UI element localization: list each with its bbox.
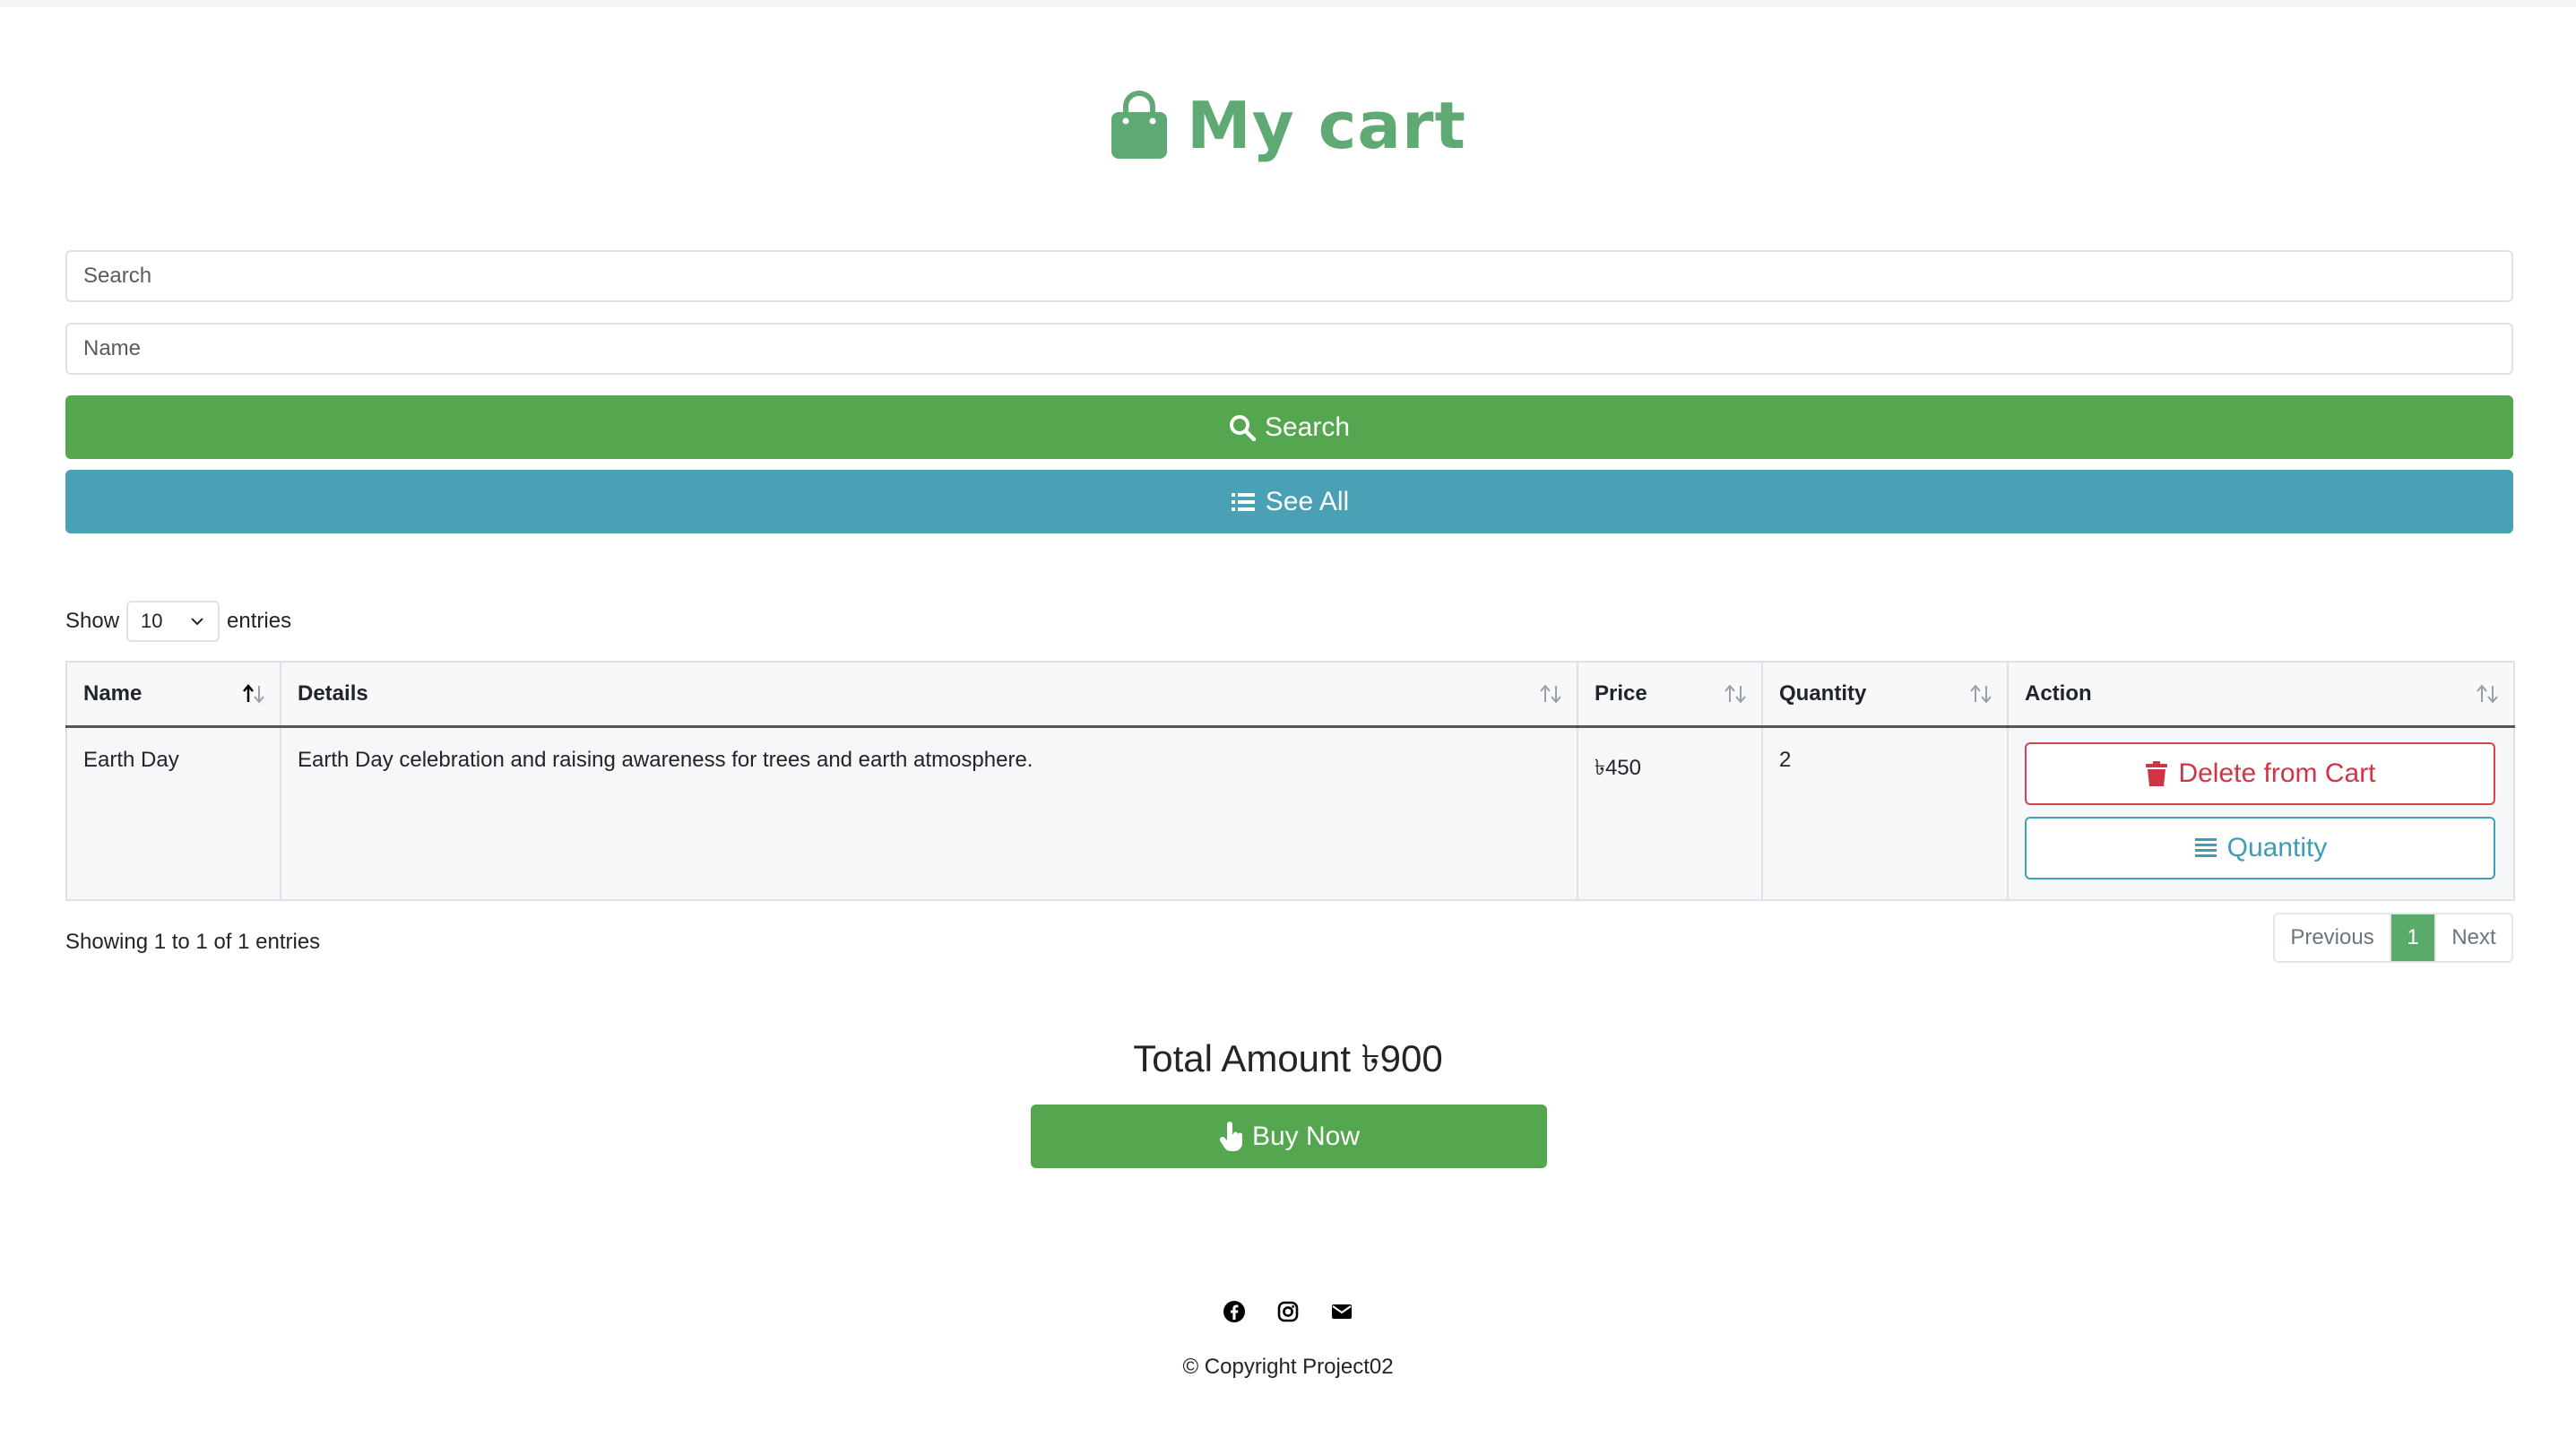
- table-row: Earth Day Earth Day celebration and rais…: [65, 726, 2514, 900]
- sort-icon: [1540, 684, 1561, 704]
- total-amount: Total Amount ৳900: [1133, 1037, 1443, 1079]
- envelope-icon[interactable]: [1330, 1300, 1353, 1323]
- column-header-action[interactable]: Action: [2007, 662, 2514, 728]
- column-header-details[interactable]: Details: [280, 662, 1578, 728]
- delete-from-cart-button[interactable]: Delete from Cart: [2025, 741, 2495, 805]
- table-header-row: Name Details Price Quantity Action: [65, 662, 2514, 728]
- delete-button-label: Delete from Cart: [2178, 758, 2376, 788]
- instagram-icon[interactable]: [1276, 1300, 1300, 1323]
- sort-icon: [2477, 684, 2498, 704]
- quantity-button[interactable]: Quantity: [2025, 816, 2495, 879]
- search-icon: [1229, 414, 1256, 441]
- shopping-bag-icon: [1111, 91, 1168, 159]
- page-1-button[interactable]: 1: [2391, 914, 2434, 961]
- pagination: Previous 1 Next: [2273, 913, 2513, 963]
- cart-table: Name Details Price Quantity Action Earth…: [65, 661, 2515, 901]
- entries-label: entries: [227, 609, 292, 633]
- cell-details: Earth Day celebration and raising awaren…: [280, 726, 1578, 900]
- entries-select[interactable]: 10: [126, 601, 220, 642]
- column-header-price[interactable]: Price: [1577, 662, 1762, 728]
- price-value: ৳450: [1595, 755, 1641, 780]
- sort-ascending-icon: [243, 683, 264, 704]
- facebook-icon[interactable]: [1223, 1300, 1246, 1323]
- copyright: © Copyright Project02: [1182, 1355, 1394, 1379]
- search-button-label: Search: [1264, 412, 1351, 442]
- entries-length-control: Show 10 entries: [65, 601, 291, 642]
- chevron-down-icon: [191, 618, 203, 626]
- name-input[interactable]: [65, 323, 2513, 375]
- top-bar: [0, 0, 2576, 7]
- see-all-button[interactable]: See All: [65, 470, 2513, 533]
- previous-page-button[interactable]: Previous: [2275, 914, 2391, 961]
- cell-action: Delete from Cart Quantity: [2007, 726, 2514, 900]
- entries-select-value: 10: [141, 610, 163, 632]
- align-justify-icon: [2194, 837, 2217, 857]
- show-label: Show: [65, 609, 120, 633]
- hand-pointer-icon: [1219, 1121, 1242, 1151]
- sort-icon: [1970, 684, 1992, 704]
- cell-price: ৳450: [1577, 726, 1762, 900]
- page-title: My cart: [0, 82, 2576, 169]
- buy-now-button[interactable]: Buy Now: [1031, 1105, 1547, 1168]
- search-button[interactable]: Search: [65, 395, 2513, 459]
- page-title-text: My cart: [1187, 88, 1466, 163]
- sort-icon: [1725, 684, 1746, 704]
- see-all-button-label: See All: [1265, 486, 1350, 516]
- column-header-name[interactable]: Name: [65, 662, 281, 728]
- cell-name: Earth Day: [65, 726, 281, 900]
- table-info: Showing 1 to 1 of 1 entries: [65, 930, 321, 954]
- trash-icon: [2146, 760, 2168, 786]
- list-icon: [1231, 492, 1255, 511]
- quantity-button-label: Quantity: [2226, 832, 2328, 862]
- next-page-button[interactable]: Next: [2434, 914, 2511, 961]
- cell-quantity: 2: [1761, 726, 2008, 900]
- column-header-quantity[interactable]: Quantity: [1761, 662, 2008, 728]
- buy-now-label: Buy Now: [1251, 1121, 1361, 1151]
- social-links: [0, 1300, 2576, 1323]
- search-input[interactable]: [65, 250, 2513, 302]
